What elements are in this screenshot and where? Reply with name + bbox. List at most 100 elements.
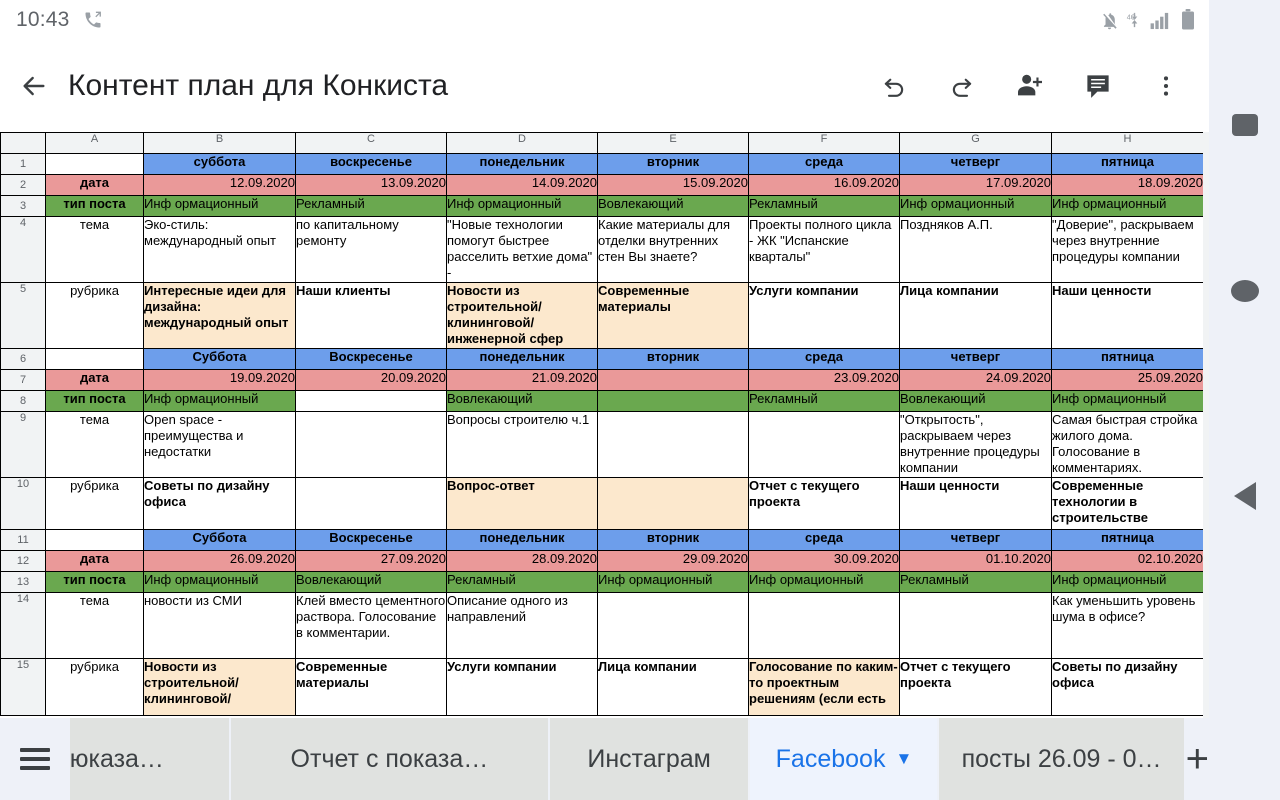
table-row[interactable]: 2 дата 12.09.2020 13.09.2020 14.09.2020 … <box>0 174 1204 196</box>
week2-label-rubric[interactable]: рубрика <box>45 477 144 530</box>
week3-label-theme[interactable]: тема <box>45 592 144 659</box>
week3-theme-5[interactable] <box>899 592 1052 659</box>
week2-type-0[interactable]: Инф ормационный <box>143 390 296 412</box>
week2-day-1[interactable]: Воскресенье <box>295 348 447 370</box>
week1-theme-4[interactable]: Проекты полного цикла - ЖК "Испанские кв… <box>748 216 900 283</box>
overflow-menu-button[interactable] <box>1135 55 1197 117</box>
week1-date-5[interactable]: 17.09.2020 <box>899 174 1052 196</box>
week2-label-date[interactable]: дата <box>45 369 144 391</box>
week2-date-1[interactable]: 20.09.2020 <box>295 369 447 391</box>
week1-label-type[interactable]: тип поста <box>45 195 144 217</box>
sheet-tab-facebook[interactable]: Facebook ▼ <box>750 718 940 800</box>
chevron-down-icon[interactable]: ▼ <box>895 749 912 769</box>
row-number-7[interactable]: 7 <box>0 369 46 391</box>
week3-date-5[interactable]: 01.10.2020 <box>899 550 1052 572</box>
back-button-icon[interactable] <box>1233 482 1256 510</box>
week1-date-6[interactable]: 18.09.2020 <box>1051 174 1204 196</box>
week2-theme-2[interactable]: Вопросы строителю ч.1 <box>446 411 598 478</box>
week3-type-4[interactable]: Инф ормационный <box>748 571 900 593</box>
column-header-H[interactable]: H <box>1051 132 1204 154</box>
week1-type-5[interactable]: Инф ормационный <box>899 195 1052 217</box>
week1-theme-1[interactable]: по капитальному ремонту <box>295 216 447 283</box>
week1-date-3[interactable]: 15.09.2020 <box>597 174 749 196</box>
week1-label-theme[interactable]: тема <box>45 216 144 283</box>
week3-day-4[interactable]: среда <box>748 529 900 551</box>
week2-type-3[interactable] <box>597 390 749 412</box>
week2-type-5[interactable]: Вовлекающий <box>899 390 1052 412</box>
week3-date-2[interactable]: 28.09.2020 <box>446 550 598 572</box>
week3-theme-0[interactable]: новости из СМИ <box>143 592 296 659</box>
table-row[interactable]: 15 рубрика Новости из строительной/ клин… <box>0 658 1204 716</box>
week1-date-0[interactable]: 12.09.2020 <box>143 174 296 196</box>
week1-label-date[interactable]: дата <box>45 174 144 196</box>
week2-type-2[interactable]: Вовлекающий <box>446 390 598 412</box>
week2-rubric-6[interactable]: Современные технологии в строительстве <box>1051 477 1204 530</box>
week3-theme-1[interactable]: Клей вместо цементного раствора. Голосов… <box>295 592 447 659</box>
week3-rubric-1[interactable]: Современные материалы <box>295 658 447 716</box>
week2-date-5[interactable]: 24.09.2020 <box>899 369 1052 391</box>
column-header-E[interactable]: E <box>597 132 749 154</box>
row-number-8[interactable]: 8 <box>0 390 46 412</box>
week3-day-6[interactable]: пятница <box>1051 529 1204 551</box>
week3-date-3[interactable]: 29.09.2020 <box>597 550 749 572</box>
row-number-13[interactable]: 13 <box>0 571 46 593</box>
row-number-11[interactable]: 11 <box>0 529 46 551</box>
week3-label-rubric[interactable]: рубрика <box>45 658 144 716</box>
week2-corner[interactable] <box>45 348 144 370</box>
week3-label-type[interactable]: тип поста <box>45 571 144 593</box>
week3-type-1[interactable]: Вовлекающий <box>295 571 447 593</box>
week3-theme-2[interactable]: Описание одного из направлений <box>446 592 598 659</box>
comment-icon[interactable] <box>1067 55 1129 117</box>
week1-corner[interactable] <box>45 153 144 175</box>
table-row[interactable]: 10 рубрика Советы по дизайну офиса Вопро… <box>0 477 1204 530</box>
week3-type-0[interactable]: Инф ормационный <box>143 571 296 593</box>
sheet-tab-1[interactable]: Отчет с показа… <box>231 718 550 800</box>
row-number-3[interactable]: 3 <box>0 195 46 217</box>
week2-date-4[interactable]: 23.09.2020 <box>748 369 900 391</box>
week1-type-0[interactable]: Инф ормационный <box>143 195 296 217</box>
week3-day-2[interactable]: понедельник <box>446 529 598 551</box>
week2-rubric-1[interactable] <box>295 477 447 530</box>
week1-type-1[interactable]: Рекламный <box>295 195 447 217</box>
week3-rubric-2[interactable]: Услуги компании <box>446 658 598 716</box>
week1-day-0[interactable]: суббота <box>143 153 296 175</box>
week3-corner[interactable] <box>45 529 144 551</box>
week1-theme-0[interactable]: Эко-стиль: международный опыт <box>143 216 296 283</box>
week3-theme-4[interactable] <box>748 592 900 659</box>
week1-type-6[interactable]: Инф ормационный <box>1051 195 1204 217</box>
table-row[interactable]: 8 тип поста Инф ормационный Вовлекающий … <box>0 390 1204 412</box>
week1-day-2[interactable]: понедельник <box>446 153 598 175</box>
week2-rubric-2[interactable]: Вопрос-ответ <box>446 477 598 530</box>
week3-rubric-5[interactable]: Отчет с текущего проекта <box>899 658 1052 716</box>
week2-label-type[interactable]: тип поста <box>45 390 144 412</box>
table-row[interactable]: 13 тип поста Инф ормационный Вовлекающий… <box>0 571 1204 593</box>
row-number-4[interactable]: 4 <box>0 216 46 283</box>
week3-date-4[interactable]: 30.09.2020 <box>748 550 900 572</box>
document-title[interactable]: Контент план для Конкиста <box>68 69 863 103</box>
week1-rubric-3[interactable]: Современные материалы <box>597 282 749 349</box>
week3-rubric-3[interactable]: Лица компании <box>597 658 749 716</box>
week1-rubric-4[interactable]: Услуги компании <box>748 282 900 349</box>
week2-date-2[interactable]: 21.09.2020 <box>446 369 598 391</box>
week2-day-5[interactable]: четверг <box>899 348 1052 370</box>
week1-day-6[interactable]: пятница <box>1051 153 1204 175</box>
redo-button[interactable] <box>931 55 993 117</box>
select-all-corner[interactable] <box>0 132 46 154</box>
column-header-B[interactable]: B <box>143 132 296 154</box>
column-header-C[interactable]: C <box>295 132 447 154</box>
week1-type-4[interactable]: Рекламный <box>748 195 900 217</box>
add-sheet-button[interactable]: + <box>1185 718 1209 800</box>
week3-rubric-6[interactable]: Советы по дизайну офиса <box>1051 658 1204 716</box>
table-row[interactable]: 11 Суббота Воскресенье понедельник вторн… <box>0 529 1204 551</box>
week1-date-4[interactable]: 16.09.2020 <box>748 174 900 196</box>
week2-date-0[interactable]: 19.09.2020 <box>143 369 296 391</box>
week1-date-1[interactable]: 13.09.2020 <box>295 174 447 196</box>
week1-theme-6[interactable]: "Доверие", раскрываем через внутренние п… <box>1051 216 1204 283</box>
week3-date-0[interactable]: 26.09.2020 <box>143 550 296 572</box>
week3-label-date[interactable]: дата <box>45 550 144 572</box>
row-number-6[interactable]: 6 <box>0 348 46 370</box>
recents-button-icon[interactable] <box>1231 114 1258 136</box>
week2-day-6[interactable]: пятница <box>1051 348 1204 370</box>
row-number-5[interactable]: 5 <box>0 282 46 349</box>
week3-theme-6[interactable]: Как уменьшить уровень шума в офисе? <box>1051 592 1204 659</box>
